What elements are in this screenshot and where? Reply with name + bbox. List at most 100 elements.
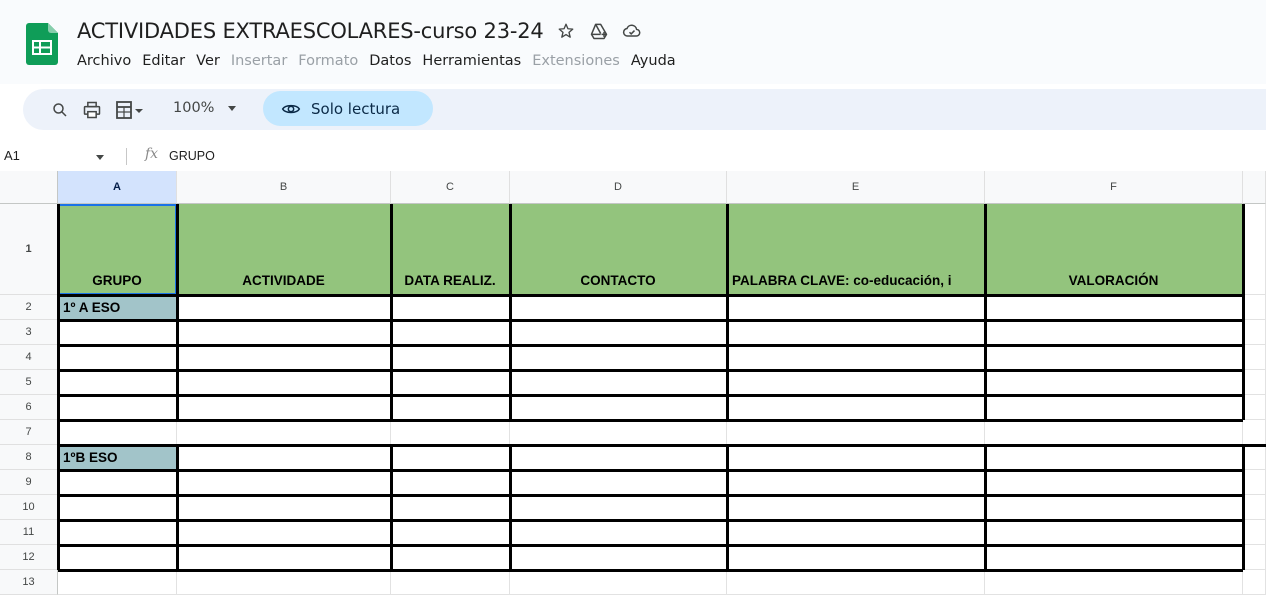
name-box[interactable]: A1 [4,148,20,163]
table-cell[interactable] [985,370,1243,395]
header-cell-a[interactable]: GRUPO [58,204,177,295]
table-cell[interactable] [177,495,391,520]
table-cell[interactable] [391,370,510,395]
table-cell[interactable] [1243,295,1266,320]
table-cell[interactable] [985,445,1243,470]
table-cell[interactable] [510,295,727,320]
table-cell[interactable] [177,420,391,445]
row-header-2[interactable]: 2 [0,295,58,320]
row-header-4[interactable]: 4 [0,345,58,370]
table-cell[interactable] [58,470,177,495]
readonly-button[interactable]: Solo lectura [263,91,433,126]
chevron-down-icon[interactable] [96,155,104,160]
table-cell[interactable] [1243,520,1266,545]
table-cell[interactable] [391,470,510,495]
table-cell[interactable] [510,570,727,595]
star-icon[interactable] [555,20,577,42]
table-cell[interactable] [391,520,510,545]
header-cell-f[interactable]: VALORACIÓN [985,204,1243,295]
table-cell[interactable] [177,370,391,395]
menu-extensiones[interactable]: Extensiones [532,53,620,69]
table-cell[interactable] [1243,204,1266,295]
zoom-select[interactable]: 100% [173,100,237,116]
table-cell[interactable] [727,295,985,320]
table-cell[interactable] [985,495,1243,520]
table-cell[interactable] [510,320,727,345]
table-cell[interactable] [1243,545,1266,570]
row-header-3[interactable]: 3 [0,320,58,345]
spreadsheet-grid[interactable]: A B C D E F 1 2 3 4 5 6 7 8 9 10 11 12 13 GRUPO ACTIVIDADE DA… [0,171,1266,596]
table-cell[interactable] [727,370,985,395]
menu-herramientas[interactable]: Herramientas [422,53,521,69]
table-cell[interactable] [1243,370,1266,395]
table-cell[interactable] [727,395,985,420]
table-cell[interactable] [727,420,985,445]
table-cell[interactable] [177,395,391,420]
table-cell[interactable] [1243,445,1266,470]
table-cell[interactable] [510,420,727,445]
print-icon[interactable] [81,99,103,121]
table-cell[interactable] [177,445,391,470]
table-cell[interactable] [510,545,727,570]
table-cell[interactable] [727,470,985,495]
table-cell[interactable] [1243,320,1266,345]
table-cell[interactable] [510,445,727,470]
table-cell[interactable] [727,495,985,520]
column-header-e[interactable]: E [727,171,985,204]
table-cell[interactable] [1243,420,1266,445]
column-header-a[interactable]: A [58,171,177,204]
table-cell[interactable] [985,395,1243,420]
menu-insertar[interactable]: Insertar [231,53,287,69]
table-cell[interactable] [510,345,727,370]
row-header-11[interactable]: 11 [0,520,58,545]
table-cell[interactable] [985,345,1243,370]
row-header-1[interactable]: 1 [0,204,58,295]
row-header-12[interactable]: 12 [0,545,58,570]
table-cell[interactable] [58,495,177,520]
table-cell[interactable] [510,395,727,420]
menu-ver[interactable]: Ver [196,53,220,69]
table-cell[interactable] [391,545,510,570]
format-icon[interactable] [113,99,147,121]
table-cell[interactable] [391,345,510,370]
table-cell[interactable] [1243,495,1266,520]
table-cell[interactable] [58,570,177,595]
table-cell[interactable] [1243,470,1266,495]
table-cell[interactable] [58,545,177,570]
table-cell[interactable] [391,320,510,345]
row-header-7[interactable]: 7 [0,420,58,445]
column-header-d[interactable]: D [510,171,727,204]
table-cell[interactable] [727,445,985,470]
column-header-f[interactable]: F [985,171,1243,204]
table-cell[interactable] [58,520,177,545]
table-cell[interactable] [985,570,1243,595]
table-cell[interactable] [177,520,391,545]
table-cell[interactable] [727,345,985,370]
search-icon[interactable] [49,99,71,121]
table-cell[interactable] [985,420,1243,445]
table-cell[interactable] [1243,345,1266,370]
table-cell[interactable] [58,320,177,345]
table-cell[interactable] [177,470,391,495]
row-header-6[interactable]: 6 [0,395,58,420]
table-cell[interactable] [510,370,727,395]
group-label-cell[interactable]: 1ºB ESO [58,445,177,470]
menu-formato[interactable]: Formato [298,53,358,69]
group-label-cell[interactable]: 1º A ESO [58,295,177,320]
table-cell[interactable] [510,520,727,545]
row-header-13[interactable]: 13 [0,570,58,595]
move-to-drive-icon[interactable] [588,20,610,42]
column-header-b[interactable]: B [177,171,391,204]
table-cell[interactable] [985,520,1243,545]
table-cell[interactable] [510,470,727,495]
table-cell[interactable] [58,370,177,395]
table-cell[interactable] [510,495,727,520]
menu-archivo[interactable]: Archivo [77,53,131,69]
table-cell[interactable] [391,295,510,320]
table-cell[interactable] [177,345,391,370]
table-cell[interactable] [58,395,177,420]
table-cell[interactable] [985,470,1243,495]
table-cell[interactable] [177,545,391,570]
header-cell-e[interactable]: PALABRA CLAVE: co-educación, i [727,204,985,295]
table-cell[interactable] [985,295,1243,320]
